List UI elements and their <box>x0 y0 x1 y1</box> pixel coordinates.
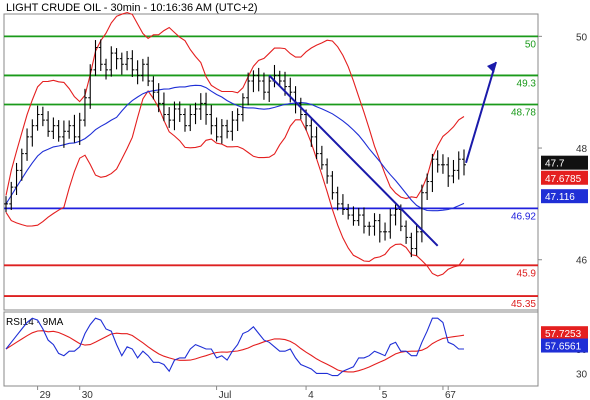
price-bar <box>309 117 314 147</box>
level-label-5: 45.35 <box>511 299 536 310</box>
price-bar <box>51 117 56 140</box>
bollinger-value-badge: 47.6785 <box>545 174 582 185</box>
price-bar <box>404 220 409 244</box>
price-bar <box>188 105 193 132</box>
price-bar <box>346 203 351 220</box>
price-bar <box>82 88 87 127</box>
price-bar <box>109 46 114 77</box>
price-bar <box>430 153 435 193</box>
price-bar <box>230 111 235 141</box>
price-bar <box>146 56 151 87</box>
price-bar <box>25 128 30 161</box>
price-tick-label: 50 <box>576 32 588 43</box>
price-bar <box>198 93 203 120</box>
price-bar <box>130 50 135 78</box>
price-bar <box>104 58 109 80</box>
last-price-badge: 47.7 <box>545 159 565 170</box>
price-bar <box>367 221 372 236</box>
price-bar <box>56 120 61 142</box>
price-bar <box>167 107 172 128</box>
price-bar <box>335 186 340 211</box>
axis-labels: 50484650302930Jul4567 <box>37 32 588 400</box>
price-bar <box>30 119 35 147</box>
price-bar <box>235 108 240 131</box>
price-bar <box>119 52 124 75</box>
x-tick-label: 5 <box>382 390 388 400</box>
x-tick-label: 30 <box>82 390 94 400</box>
price-bar <box>67 120 72 139</box>
level-label-4: 45.9 <box>517 268 537 279</box>
rsi-line <box>5 317 464 377</box>
price-bar <box>425 173 430 201</box>
price-bar <box>72 114 77 143</box>
price-tick-label: 46 <box>576 256 588 267</box>
price-bar <box>383 222 388 241</box>
price-chart: LIGHT CRUDE OIL - 30min - 10:16:36 AM (U… <box>3 2 588 400</box>
price-bar <box>267 75 272 102</box>
level-label-3: 46.92 <box>511 211 536 222</box>
price-bar <box>351 206 356 226</box>
price-bar <box>388 208 393 239</box>
price-bar <box>182 108 187 132</box>
annotations <box>268 61 497 247</box>
value-badges: 47.747.678547.11657.725357.6561 <box>541 155 588 353</box>
price-bar <box>340 194 345 215</box>
price-bar <box>156 83 161 113</box>
price-bar <box>435 150 440 173</box>
bollinger-bands <box>5 12 465 277</box>
rsi-value-badge: 57.6561 <box>545 342 582 353</box>
price-bar <box>40 106 45 127</box>
chart-window: LIGHT CRUDE OIL - 30min - 10:16:36 AM (U… <box>0 0 590 400</box>
x-tick-label: 29 <box>40 390 52 400</box>
price-bar <box>204 92 209 125</box>
rsi-lines <box>5 317 465 377</box>
price-bar <box>319 145 324 170</box>
price-bar <box>419 184 424 243</box>
price-bar <box>219 119 224 144</box>
price-bar <box>172 101 177 131</box>
price-bar <box>140 58 145 82</box>
price-bar <box>209 105 214 135</box>
level-label-2: 48.78 <box>511 107 536 118</box>
price-bar <box>446 157 451 187</box>
price-tick-label: 48 <box>576 144 588 155</box>
level-label-1: 49.3 <box>517 78 537 89</box>
x-tick-label: 7 <box>450 390 456 400</box>
projection-arrowhead <box>487 62 496 73</box>
price-bar <box>372 213 377 236</box>
price-bar <box>114 48 119 70</box>
chart-title: LIGHT CRUDE OIL - 30min - 10:16:36 AM (U… <box>6 2 258 14</box>
price-bar <box>46 111 51 137</box>
price-bar <box>451 159 456 184</box>
price-bar <box>214 117 219 142</box>
price-bar <box>325 158 330 184</box>
price-bar <box>377 213 382 243</box>
price-bar <box>61 120 66 148</box>
price-bar <box>414 224 419 256</box>
price-bar <box>251 70 256 93</box>
level-label-0: 50 <box>525 39 537 50</box>
price-bar <box>356 207 361 226</box>
x-tick-label: 4 <box>308 390 314 400</box>
x-tick-label: Jul <box>219 390 232 400</box>
price-bar <box>4 196 8 213</box>
price-bar <box>261 72 266 100</box>
ma-value-badge: 47.116 <box>545 192 575 203</box>
price-bar <box>256 67 261 92</box>
price-bar <box>35 105 40 131</box>
price-bar <box>135 60 140 85</box>
price-bar <box>246 72 251 106</box>
price-bars <box>4 39 466 258</box>
price-bar <box>361 207 366 234</box>
price-bar <box>125 51 130 71</box>
projection-arrow <box>465 61 497 164</box>
price-bar <box>225 119 230 139</box>
price-bar <box>440 154 445 174</box>
price-bar <box>330 171 335 200</box>
price-bar <box>9 181 14 210</box>
price-bar <box>456 151 461 180</box>
price-bar <box>193 102 198 125</box>
rsi-tick-label: 30 <box>576 370 588 381</box>
